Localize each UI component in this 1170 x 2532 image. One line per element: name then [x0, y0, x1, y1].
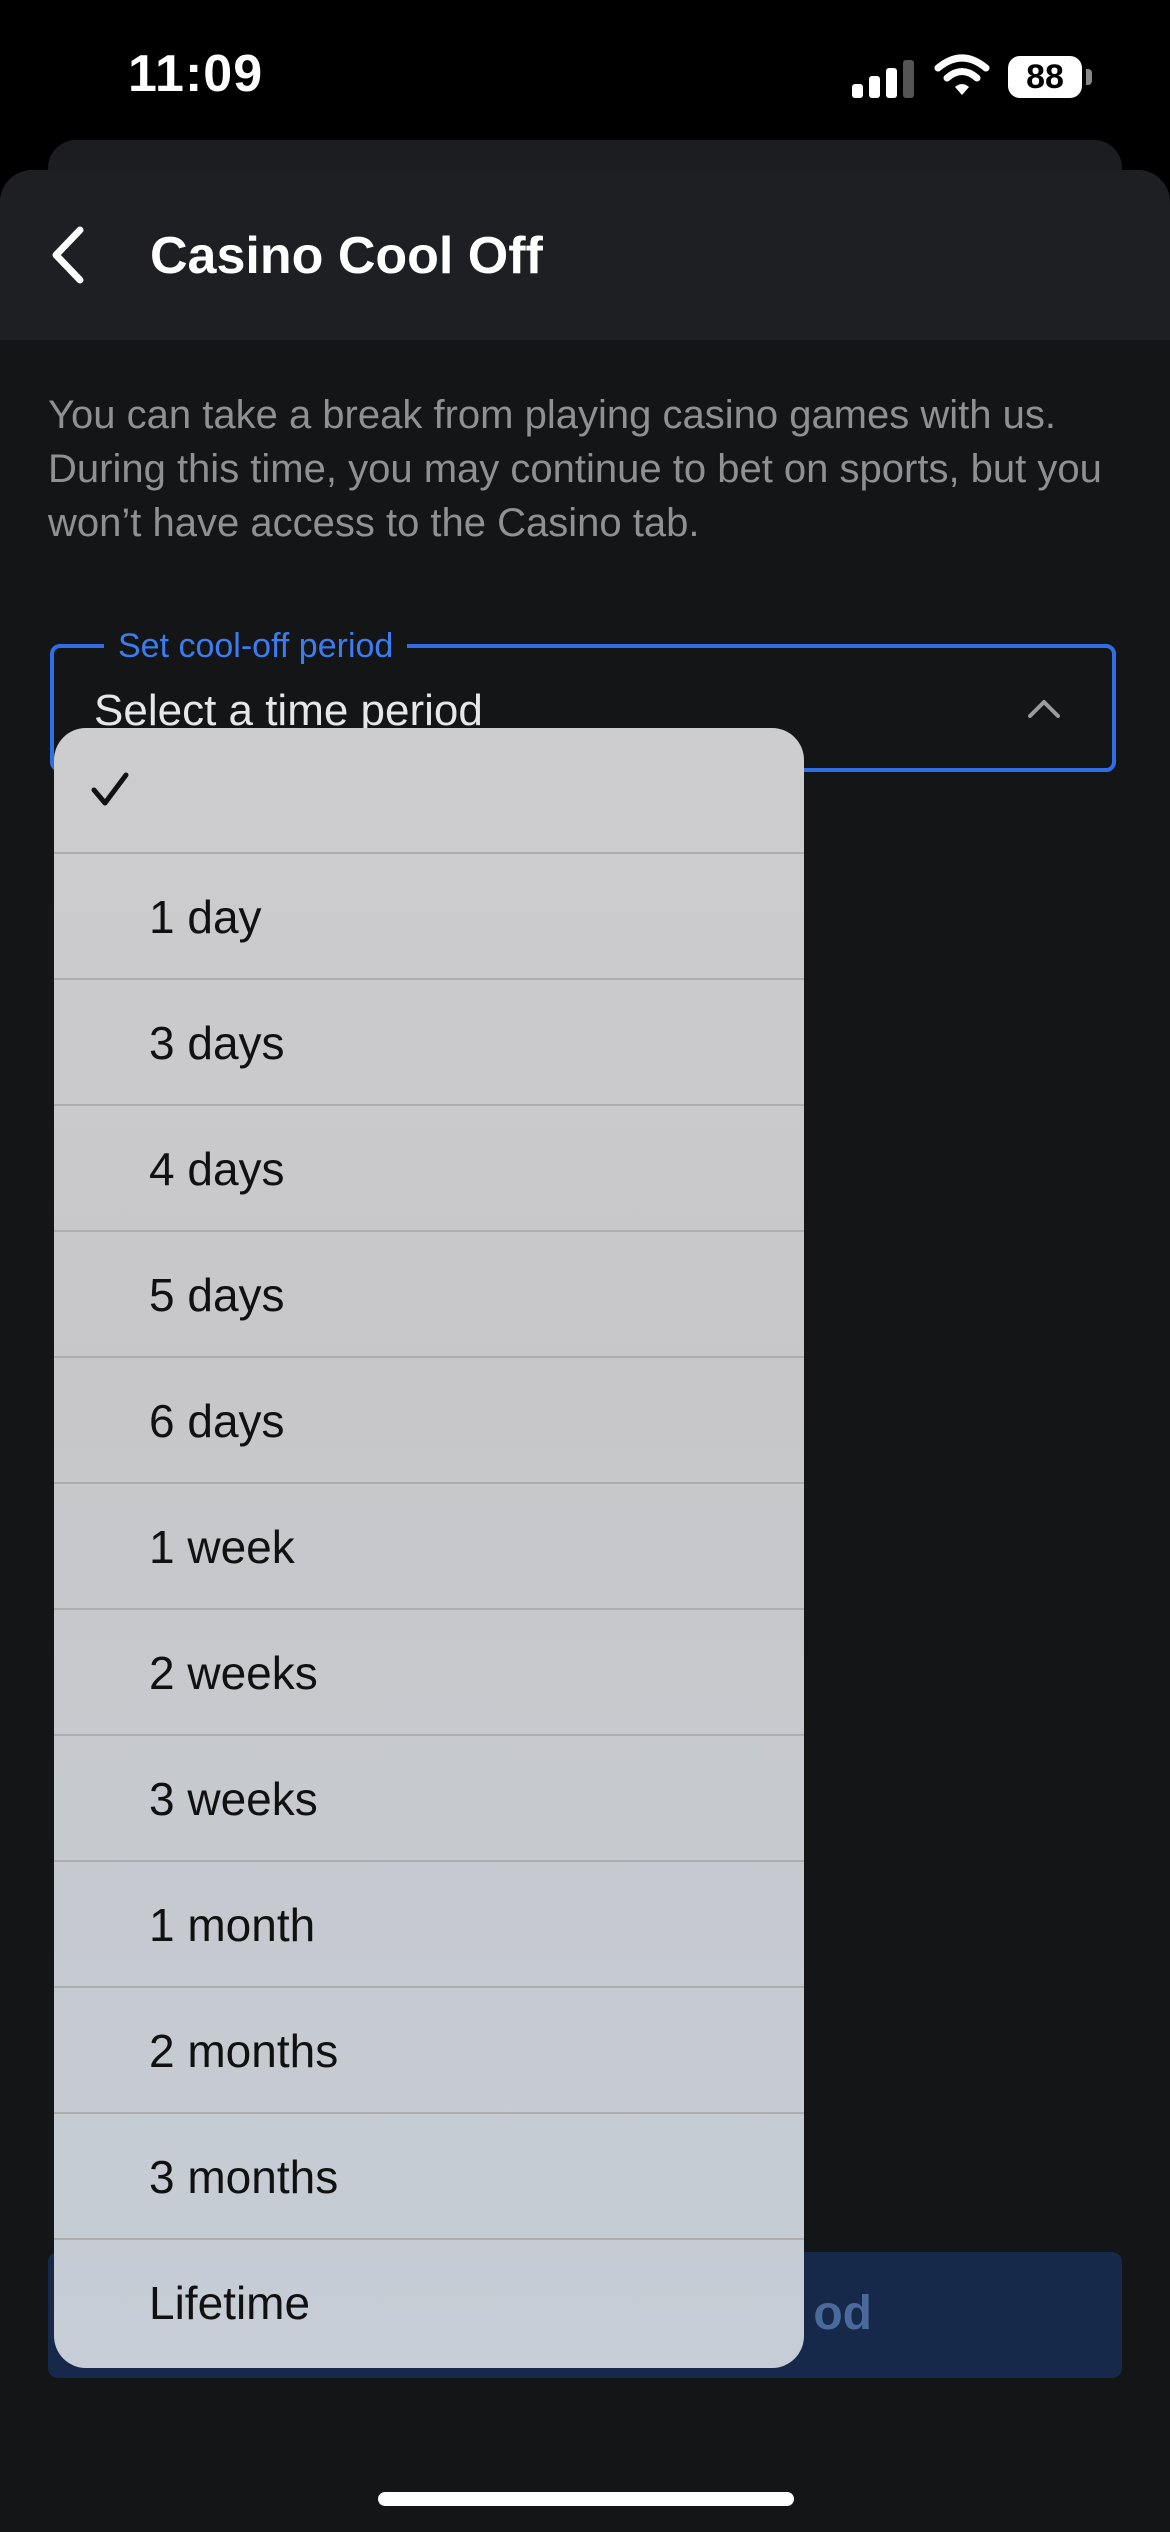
screen: 11:09 88 Casino Cool Off You can take a … — [0, 0, 1170, 2532]
battery-level: 88 — [1026, 58, 1064, 96]
dropdown-option-label: 1 day — [149, 891, 262, 943]
cellular-signal-icon — [852, 58, 916, 98]
dropdown-option[interactable]: 1 week — [54, 1484, 804, 1610]
time-period-dropdown: 1 day 3 days 4 days 5 days 6 days 1 week… — [54, 728, 804, 2368]
dropdown-option[interactable]: 3 months — [54, 2114, 804, 2240]
battery-icon: 88 — [1008, 56, 1092, 100]
dropdown-option[interactable]: 1 day — [54, 854, 804, 980]
dropdown-option[interactable]: 4 days — [54, 1106, 804, 1232]
back-chevron-icon[interactable] — [40, 220, 110, 290]
status-time: 11:09 — [128, 45, 264, 103]
dropdown-option[interactable]: 3 days — [54, 980, 804, 1106]
wifi-icon — [934, 54, 990, 95]
dropdown-option[interactable]: 2 weeks — [54, 1610, 804, 1736]
dropdown-option-label: 3 months — [149, 2151, 339, 2203]
dropdown-option[interactable]: 6 days — [54, 1358, 804, 1484]
dropdown-option-label: 2 months — [149, 2025, 339, 2077]
dropdown-option[interactable]: Lifetime — [54, 2240, 804, 2366]
checkmark-icon — [91, 772, 129, 806]
select-label: Set cool-off period — [104, 622, 408, 670]
dropdown-option[interactable]: 1 month — [54, 1862, 804, 1988]
dropdown-option-label: 3 weeks — [149, 1773, 318, 1825]
home-indicator[interactable] — [378, 2492, 794, 2506]
dropdown-option-label: 2 weeks — [149, 1647, 318, 1699]
dropdown-option-label: 5 days — [149, 1269, 285, 1321]
description-text: You can take a break from playing casino… — [48, 393, 1102, 545]
dropdown-option-placeholder[interactable] — [54, 728, 804, 854]
dropdown-option[interactable]: 3 weeks — [54, 1736, 804, 1862]
dropdown-option-label: 1 week — [149, 1521, 295, 1573]
dropdown-option-label: Lifetime — [149, 2277, 311, 2329]
header: Casino Cool Off — [0, 170, 1170, 340]
dropdown-option-label: 1 month — [149, 1899, 316, 1951]
dropdown-option[interactable]: 2 months — [54, 1988, 804, 2114]
dropdown-option-label: 4 days — [149, 1143, 285, 1195]
dropdown-option-label: 3 days — [149, 1017, 285, 1069]
status-bar: 11:09 88 — [0, 0, 1170, 150]
dropdown-option[interactable]: 5 days — [54, 1232, 804, 1358]
chevron-up-icon — [1028, 700, 1060, 718]
dropdown-option-label: 6 days — [149, 1395, 285, 1447]
submit-button-label: od — [813, 2287, 872, 2340]
page-title: Casino Cool Off — [150, 227, 543, 285]
